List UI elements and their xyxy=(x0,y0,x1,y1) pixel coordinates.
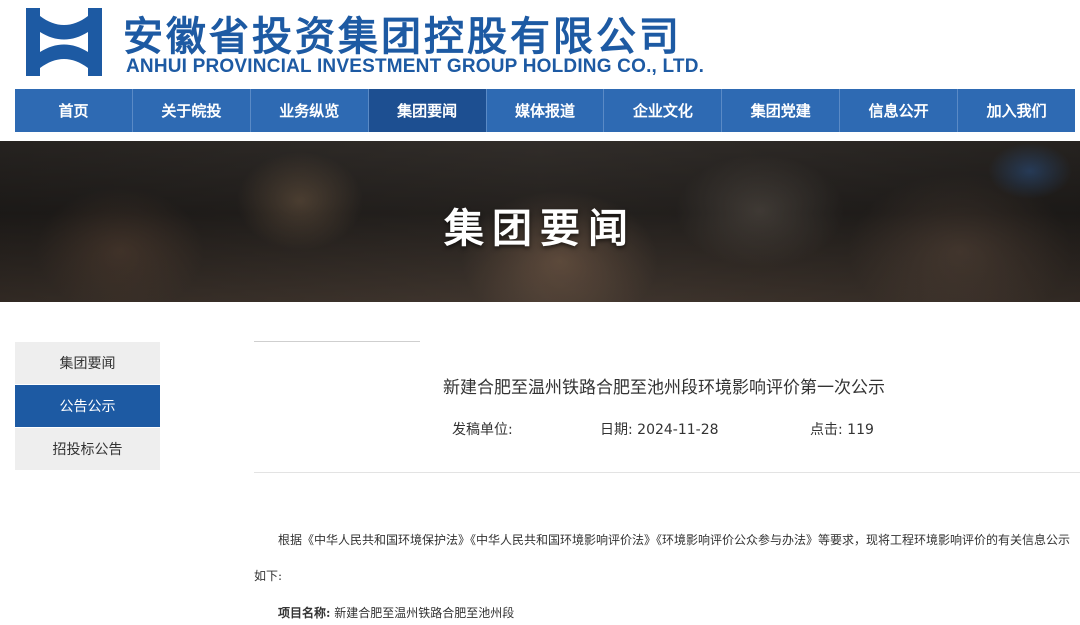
nav-item-about[interactable]: 关于皖投 xyxy=(133,89,251,132)
banner-title: 集团要闻 xyxy=(444,206,636,252)
meta-date-value: 2024-11-28 xyxy=(637,422,719,438)
project-name-line: 项目名称: 新建合肥至温州铁路合肥至池州段 xyxy=(278,604,514,621)
nav-item-business[interactable]: 业务纵览 xyxy=(251,89,369,132)
sidebar-item-tenders[interactable]: 招投标公告 xyxy=(15,428,160,470)
meta-source: 发稿单位: xyxy=(452,419,513,439)
sidebar-item-group-news[interactable]: 集团要闻 xyxy=(15,342,160,384)
meta-source-label: 发稿单位: xyxy=(452,422,513,438)
project-name-label: 项目名称: xyxy=(278,606,331,620)
page-banner: 集团要闻 xyxy=(0,141,1080,302)
sidebar-item-announcements[interactable]: 公告公示 xyxy=(15,385,160,427)
nav-item-culture[interactable]: 企业文化 xyxy=(604,89,723,132)
project-name-value: 新建合肥至温州铁路合肥至池州段 xyxy=(334,606,515,620)
main-nav: 首页 关于皖投 业务纵览 集团要闻 媒体报道 企业文化 集团党建 信息公开 加入… xyxy=(15,89,1075,132)
site-header: 安徽省投资集团控股有限公司 ANHUI PROVINCIAL INVESTMEN… xyxy=(0,0,1080,88)
meta-clicks-value: 119 xyxy=(847,422,874,438)
article-title: 新建合肥至温州铁路合肥至池州段环境影响评价第一次公示 xyxy=(443,378,885,398)
meta-date-label: 日期: xyxy=(600,422,633,438)
meta-clicks-label: 点击: xyxy=(810,422,843,438)
meta-date: 日期: 2024-11-28 xyxy=(600,419,719,439)
meta-divider xyxy=(254,472,1080,473)
nav-item-group-news[interactable]: 集团要闻 xyxy=(368,89,487,132)
sidebar: 集团要闻 公告公示 招投标公告 xyxy=(15,342,160,471)
nav-item-home[interactable]: 首页 xyxy=(15,89,133,132)
anhui-investment-logo-icon[interactable] xyxy=(22,6,106,78)
article-paragraph: 根据《中华人民共和国环境保护法》《中华人民共和国环境影响评价法》《环境影响评价公… xyxy=(254,533,1071,583)
nav-item-join[interactable]: 加入我们 xyxy=(958,89,1075,132)
nav-item-media[interactable]: 媒体报道 xyxy=(487,89,605,132)
meta-clicks: 点击: 119 xyxy=(810,419,874,439)
nav-item-party[interactable]: 集团党建 xyxy=(722,89,841,132)
content-top-divider xyxy=(254,341,420,342)
nav-item-disclosure[interactable]: 信息公开 xyxy=(840,89,959,132)
brand-name-en: ANHUI PROVINCIAL INVESTMENT GROUP HOLDIN… xyxy=(126,56,705,77)
brand-name-cn: 安徽省投资集团控股有限公司 xyxy=(123,13,682,60)
